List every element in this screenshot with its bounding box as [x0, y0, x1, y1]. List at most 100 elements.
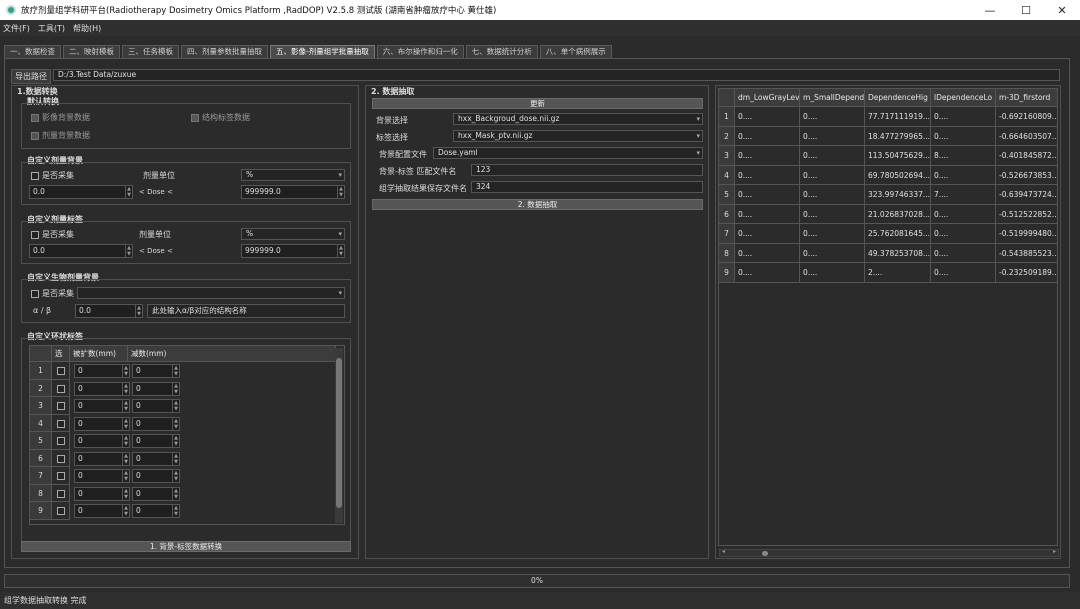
results-row-header[interactable]: 4 — [719, 165, 735, 185]
dose-bg-checkbox[interactable] — [31, 131, 39, 140]
results-cell[interactable]: 2.... — [865, 263, 931, 283]
results-cell[interactable]: 0.... — [735, 243, 800, 263]
results-row-header[interactable]: 2 — [719, 126, 735, 146]
custom-bio-bg-checkbox[interactable] — [31, 289, 39, 298]
shrink-spinbox[interactable]: 0 ▲ ▼ — [132, 469, 180, 483]
dose-unit-select[interactable]: % ▾ — [241, 169, 345, 181]
menu-help[interactable]: 帮助(H) — [73, 23, 101, 34]
shrink-spinbox[interactable]: 0 ▲ ▼ — [132, 504, 180, 518]
tab-boolean-normalize[interactable]: 六、布尔操作和归一化 — [376, 45, 464, 58]
row-select-checkbox[interactable] — [57, 402, 65, 410]
expand-spinbox[interactable]: 0 ▲ ▼ — [74, 416, 130, 431]
spin-arrows-icon[interactable]: ▲ ▼ — [122, 505, 129, 517]
spin-arrows-icon[interactable]: ▲ ▼ — [172, 400, 179, 412]
row-select-checkbox[interactable] — [57, 367, 65, 375]
bio-struct-select[interactable]: ▾ — [77, 287, 345, 299]
results-cell[interactable]: 0.... — [800, 107, 865, 127]
results-cell[interactable]: 0.... — [735, 185, 800, 205]
results-cell[interactable]: 21.026837028.... — [865, 204, 931, 224]
image-bg-option[interactable]: 影像背景数据 — [31, 112, 90, 123]
results-column-header[interactable]: m-3D_firstord — [996, 89, 1057, 107]
shrink-spinbox[interactable]: 0 ▲ ▼ — [132, 434, 180, 448]
spin-arrows-icon[interactable]: ▲ ▼ — [172, 470, 179, 482]
scroll-right-icon[interactable]: ▸ — [1053, 548, 1056, 555]
tab-dose-param-extract[interactable]: 四、剂量参数批量抽取 — [181, 45, 268, 58]
results-cell[interactable]: 0.... — [800, 165, 865, 185]
tab-mapping-template[interactable]: 二、映射模板 — [63, 45, 120, 58]
results-cell[interactable]: 0.... — [735, 224, 800, 244]
expand-spinbox[interactable]: 0 ▲ ▼ — [74, 504, 130, 518]
tab-radiomics-extract[interactable]: 五、影像-剂量组学批量抽取 — [270, 45, 375, 58]
results-cell[interactable]: 0.... — [800, 243, 865, 263]
shrink-spinbox[interactable]: 0 ▲ ▼ — [132, 416, 180, 431]
results-cell[interactable]: 0.... — [931, 224, 996, 244]
results-row-header[interactable]: 3 — [719, 146, 735, 166]
minimize-button[interactable]: — — [972, 0, 1008, 20]
dose-bg-option[interactable]: 剂量背景数据 — [31, 130, 90, 141]
spin-arrows-icon[interactable]: ▲ ▼ — [125, 186, 132, 198]
convert-button[interactable]: 1. 背景-标签数据转换 — [21, 541, 351, 552]
results-cell[interactable]: 0.... — [800, 263, 865, 283]
results-cell[interactable]: 113.50475629.... — [865, 146, 931, 166]
row-select-checkbox[interactable] — [57, 472, 65, 480]
scroll-left-icon[interactable]: ◂ — [722, 548, 725, 555]
alpha-beta-struct-input[interactable]: 此处输入α/β对应的结构名称 — [147, 304, 345, 318]
results-cell[interactable]: 0.... — [735, 146, 800, 166]
expand-spinbox[interactable]: 0 ▲ ▼ — [74, 381, 130, 396]
results-row-header[interactable]: 8 — [719, 243, 735, 263]
tab-single-case[interactable]: 八、单个病例展示 — [539, 45, 612, 58]
custom-dose-label-checkbox[interactable] — [31, 230, 39, 239]
custom-bio-bg-collect[interactable]: 是否采集 — [31, 288, 74, 299]
results-cell[interactable]: 0.... — [735, 165, 800, 185]
results-cell[interactable]: 49.378253708.... — [865, 243, 931, 263]
results-cell[interactable]: 0.... — [931, 243, 996, 263]
results-column-header[interactable]: dm_LowGrayLev — [735, 89, 800, 107]
results-column-header[interactable]: DependenceHig — [865, 89, 931, 107]
custom-dose-bg-checkbox[interactable] — [31, 171, 39, 180]
scrollbar-thumb[interactable] — [336, 358, 342, 508]
expand-spinbox[interactable]: 0 ▲ ▼ — [74, 434, 130, 448]
menu-file[interactable]: 文件(F) — [3, 23, 30, 34]
expand-spinbox[interactable]: 0 ▲ ▼ — [74, 451, 130, 466]
results-cell[interactable]: -0.692160809.... — [996, 107, 1057, 127]
custom-dose-label-collect[interactable]: 是否采集 — [31, 229, 74, 240]
results-cell[interactable]: 0.... — [735, 107, 800, 127]
spin-arrows-icon[interactable]: ▲ ▼ — [172, 382, 179, 395]
results-cell[interactable]: -0.526673853.... — [996, 166, 1057, 185]
spin-arrows-icon[interactable]: ▲ ▼ — [172, 505, 179, 517]
save-file-input[interactable]: 324 — [471, 181, 703, 193]
custom-dose-bg-collect[interactable]: 是否采集 — [31, 170, 74, 181]
spin-arrows-icon[interactable]: ▲ ▼ — [172, 435, 179, 447]
row-select-checkbox[interactable] — [57, 489, 65, 498]
results-cell[interactable]: 8.... — [931, 146, 996, 166]
col-expand-header[interactable]: 被扩数(mm) — [70, 346, 128, 362]
spin-arrows-icon[interactable]: ▲ ▼ — [125, 245, 132, 257]
results-row-header[interactable]: 6 — [719, 204, 735, 224]
dose-max-spinbox[interactable]: 999999.0 ▲ ▼ — [241, 185, 345, 199]
results-cell[interactable]: -0.519999480.... — [996, 224, 1057, 244]
results-cell[interactable]: 69.780502694.... — [865, 165, 931, 185]
row-select-checkbox[interactable] — [57, 507, 65, 515]
close-button[interactable]: ✕ — [1044, 0, 1080, 20]
results-cell[interactable]: 0.... — [800, 185, 865, 205]
shrink-spinbox[interactable]: 0 ▲ ▼ — [132, 486, 180, 501]
struct-label-option[interactable]: 结构标签数据 — [191, 112, 250, 123]
h-scrollbar-thumb[interactable] — [762, 551, 768, 556]
spin-arrows-icon[interactable]: ▲ ▼ — [172, 452, 179, 465]
spin-arrows-icon[interactable]: ▲ ▼ — [122, 487, 129, 500]
results-cell[interactable]: -0.512522852.... — [996, 205, 1057, 224]
results-h-scrollbar[interactable]: ◂ ▸ — [719, 548, 1059, 557]
dose-label-max-spinbox[interactable]: 999999.0 ▲ ▼ — [241, 244, 345, 258]
alpha-beta-spinbox[interactable]: 0.0 ▲ ▼ — [75, 304, 143, 318]
table-scrollbar[interactable] — [335, 348, 343, 523]
results-cell[interactable]: 0.... — [931, 204, 996, 224]
results-row-header[interactable]: 5 — [719, 185, 735, 205]
results-column-header[interactable]: m_SmallDepend — [800, 89, 865, 107]
results-cell[interactable]: 18.477279965.... — [865, 126, 931, 146]
tab-data-check[interactable]: 一、数据检查 — [4, 45, 61, 58]
results-cell[interactable]: 0.... — [800, 126, 865, 146]
results-cell[interactable]: -0.639473724.... — [996, 185, 1057, 205]
spin-arrows-icon[interactable]: ▲ ▼ — [122, 382, 129, 395]
results-cell[interactable]: -0.232509189.... — [996, 263, 1057, 283]
results-cell[interactable]: 0.... — [735, 204, 800, 224]
